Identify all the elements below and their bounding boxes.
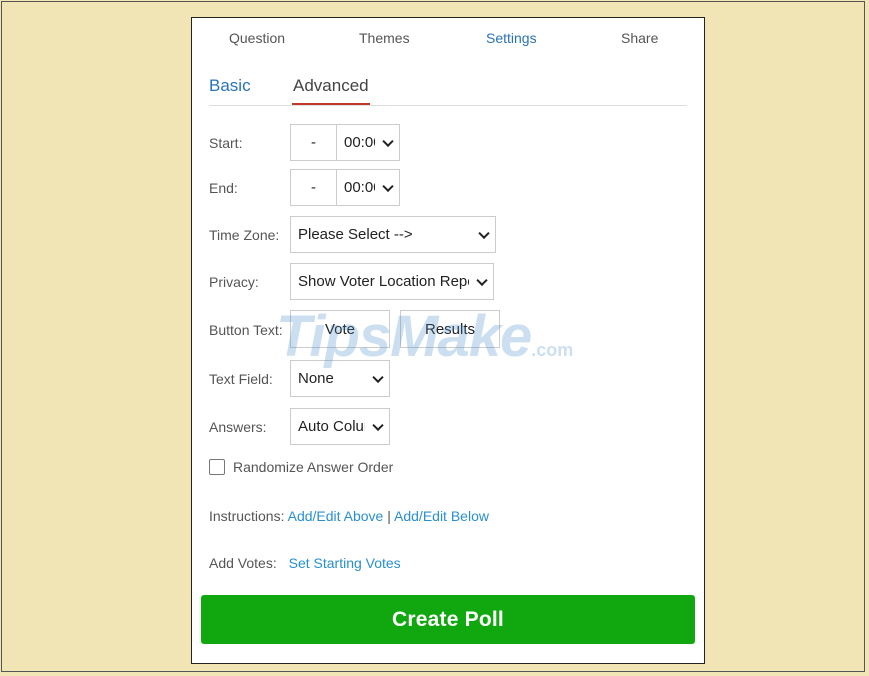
chevron-down-icon [372, 371, 384, 383]
text-field-value: None [298, 370, 334, 387]
end-time-select[interactable]: 00:00 [336, 169, 400, 206]
tab-settings[interactable]: Settings [486, 30, 537, 46]
add-edit-above-link[interactable]: Add/Edit Above [288, 508, 384, 524]
text-field-label: Text Field: [209, 371, 273, 387]
subtab-basic[interactable]: Basic [209, 76, 251, 96]
randomize-checkbox[interactable] [209, 459, 225, 475]
text-field-select[interactable]: None [290, 360, 390, 397]
end-time-value: 00:00 [344, 179, 375, 196]
results-button-text-input[interactable]: Results [400, 310, 500, 348]
button-text-label: Button Text: [209, 322, 283, 338]
randomize-label: Randomize Answer Order [233, 459, 394, 475]
answers-label: Answers: [209, 419, 267, 435]
tab-share[interactable]: Share [621, 30, 658, 46]
add-votes-label: Add Votes: [209, 555, 277, 571]
subtab-advanced[interactable]: Advanced [292, 76, 370, 105]
settings-subtabs: Basic Advanced [209, 73, 687, 106]
timezone-value: Please Select --> [298, 226, 413, 243]
create-poll-button[interactable]: Create Poll [201, 595, 695, 644]
set-starting-votes-link[interactable]: Set Starting Votes [289, 555, 401, 571]
answers-select[interactable]: Auto Columns [290, 408, 390, 445]
privacy-value: Show Voter Location Report [298, 273, 469, 290]
privacy-label: Privacy: [209, 274, 259, 290]
poll-settings-panel: Question Themes Settings Share Basic Adv… [191, 17, 705, 664]
start-label: Start: [209, 135, 243, 151]
tab-question[interactable]: Question [229, 30, 285, 46]
chevron-down-icon [372, 419, 384, 431]
instructions-label: Instructions: [209, 508, 285, 524]
timezone-label: Time Zone: [209, 227, 280, 243]
tab-themes[interactable]: Themes [359, 30, 410, 46]
chevron-down-icon [476, 274, 488, 286]
add-edit-below-link[interactable]: Add/Edit Below [394, 508, 489, 524]
privacy-select[interactable]: Show Voter Location Report [290, 263, 494, 300]
vote-button-text-input[interactable]: Vote [290, 310, 390, 348]
instructions-row: Instructions: Add/Edit Above | Add/Edit … [209, 508, 489, 524]
chevron-down-icon [382, 180, 394, 192]
chevron-down-icon [478, 227, 490, 239]
watermark-suffix: .com [531, 340, 574, 360]
add-votes-row: Add Votes: Set Starting Votes [209, 555, 401, 571]
start-time-select[interactable]: 00:00 [336, 124, 400, 161]
answers-value: Auto Columns [298, 418, 365, 435]
timezone-select[interactable]: Please Select --> [290, 216, 496, 253]
start-time-value: 00:00 [344, 134, 375, 151]
chevron-down-icon [382, 135, 394, 147]
main-tabs: Question Themes Settings Share [192, 18, 704, 60]
instructions-separator: | [387, 508, 391, 524]
end-date-input[interactable]: - [290, 169, 337, 206]
end-label: End: [209, 180, 238, 196]
start-date-input[interactable]: - [290, 124, 337, 161]
